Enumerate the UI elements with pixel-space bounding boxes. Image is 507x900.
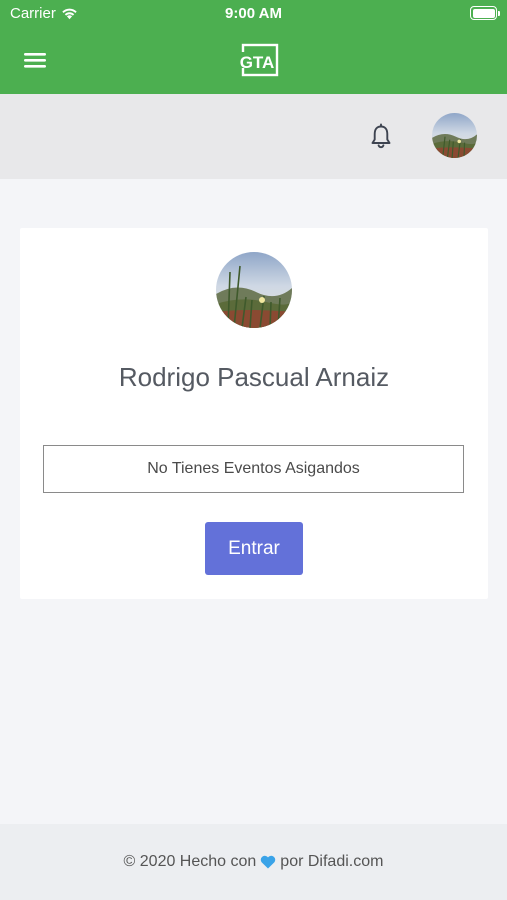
sub-header — [0, 94, 507, 179]
battery-level — [472, 8, 495, 18]
hamburger-menu-icon[interactable] — [21, 47, 49, 73]
enter-button[interactable]: Entrar — [205, 522, 303, 575]
no-events-message: No Tienes Eventos Asigandos — [43, 445, 464, 493]
user-avatar[interactable] — [432, 113, 477, 158]
logo-text: GTA — [240, 53, 275, 72]
status-bar: Carrier 9:00 AM — [0, 0, 507, 28]
profile-avatar — [216, 252, 292, 328]
app-bar: GTA — [0, 38, 507, 82]
gta-logo: GTA — [234, 42, 280, 78]
status-time: 9:00 AM — [225, 5, 282, 22]
bell-icon[interactable] — [366, 122, 396, 152]
battery-icon — [470, 6, 500, 20]
footer-text-before: © 2020 Hecho con — [123, 853, 257, 870]
footer-text-after: por Difadi.com — [280, 853, 384, 870]
user-name: Rodrigo Pascual Arnaiz — [118, 362, 390, 392]
heart-icon — [260, 855, 276, 869]
footer: © 2020 Hecho con por Difadi.com — [0, 824, 507, 900]
